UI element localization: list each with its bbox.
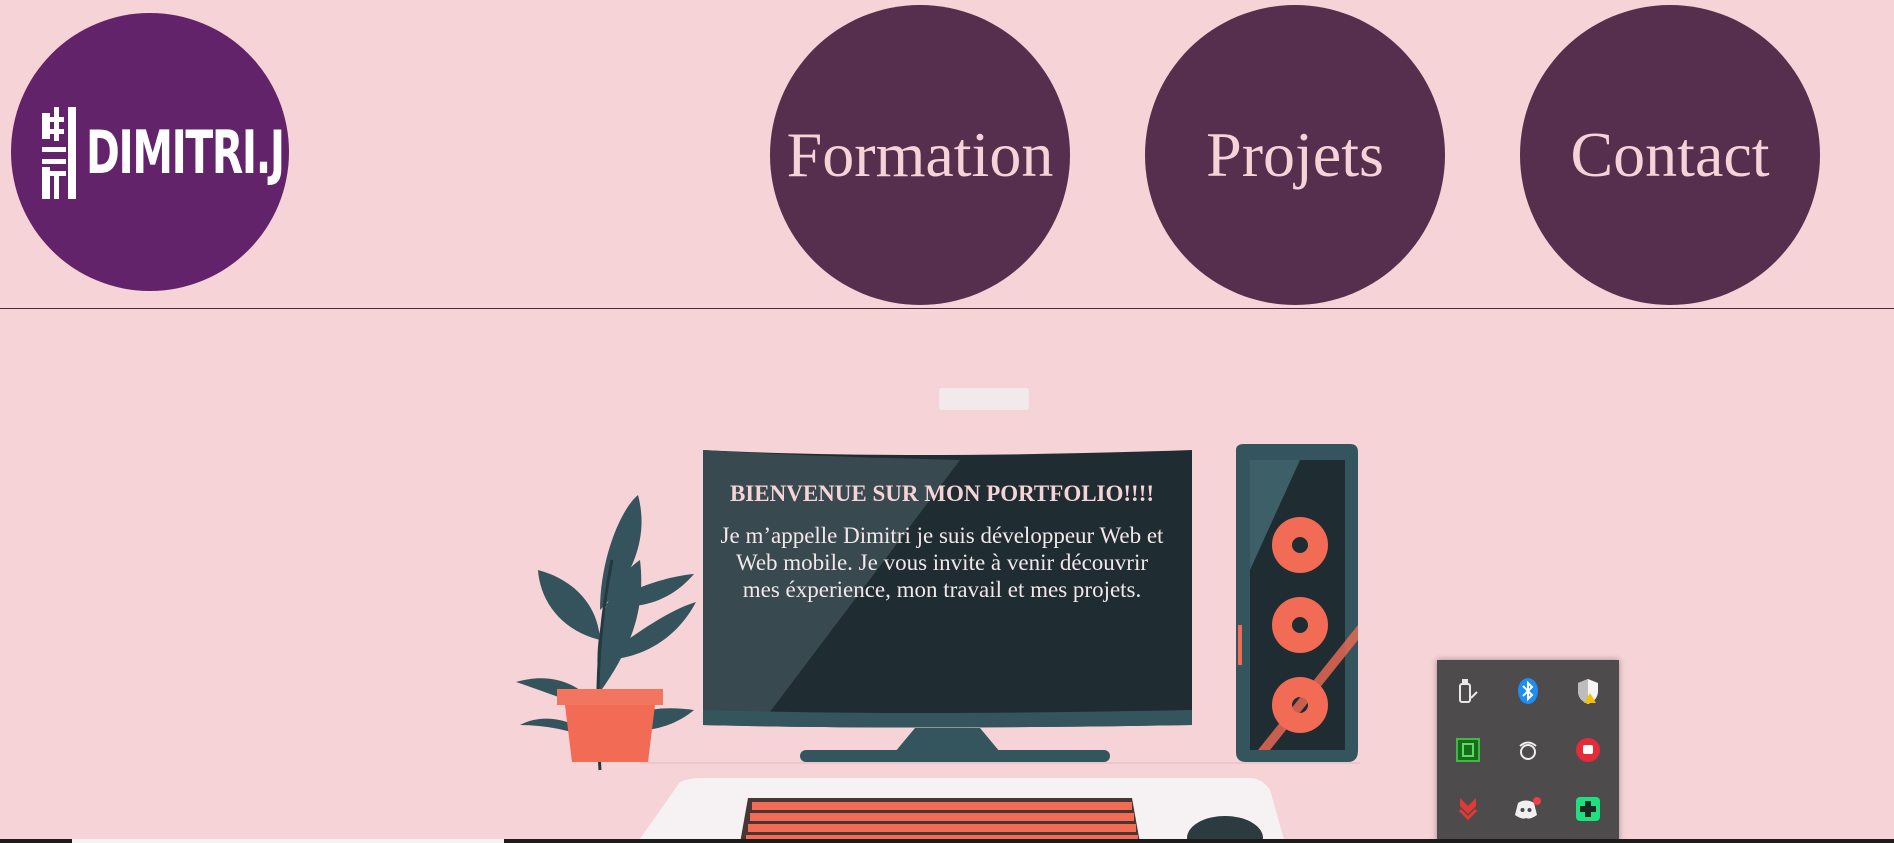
nav-formation-button[interactable]: Formation bbox=[770, 5, 1070, 305]
bluetooth-icon[interactable] bbox=[1513, 676, 1543, 706]
site-header: DIMITRI.J Formation Projets Contact bbox=[0, 0, 1894, 309]
system-tray-overflow bbox=[1437, 660, 1619, 843]
security-shield-icon[interactable] bbox=[1573, 676, 1603, 706]
steelseries-icon[interactable] bbox=[1513, 735, 1543, 765]
nav-projets-button[interactable]: Projets bbox=[1145, 5, 1445, 305]
scrollbar-thumb[interactable] bbox=[72, 839, 504, 843]
plant-pot-shape bbox=[557, 689, 663, 705]
hero-title: BIENVENUE SUR MON PORTFOLIO!!!! bbox=[729, 481, 1155, 506]
hero-description: Je m’appelle Dimitri je suis développeur… bbox=[720, 523, 1164, 602]
welcome-panel: BIENVENUE SUR MON PORTFOLIO!!!! Je m’app… bbox=[715, 478, 1169, 603]
download-arrow-icon[interactable] bbox=[1453, 794, 1483, 824]
green-gamepad-app-icon[interactable] bbox=[1573, 794, 1603, 824]
logo-text: DIMITRI.J bbox=[86, 118, 285, 188]
logo[interactable]: DIMITRI.J bbox=[11, 13, 289, 291]
discord-icon[interactable] bbox=[1513, 794, 1543, 824]
usb-drive-icon[interactable] bbox=[1453, 676, 1483, 706]
lamp-shape bbox=[939, 388, 1029, 410]
green-app-icon[interactable] bbox=[1453, 735, 1483, 765]
red-fist-app-icon[interactable] bbox=[1573, 735, 1603, 765]
logo-mark-icon bbox=[42, 107, 76, 199]
nav-contact-button[interactable]: Contact bbox=[1520, 5, 1820, 305]
